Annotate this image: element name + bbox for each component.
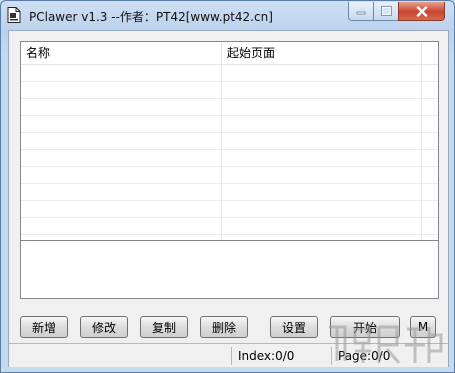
column-header-filler [422,42,438,64]
task-list[interactable]: 名称 起始页面 [20,41,439,299]
document-icon [7,7,21,23]
window-title: PClawer v1.3 --作者：PT42[www.pt42.cn] [29,10,273,24]
close-icon [416,5,427,17]
delete-button[interactable]: 删除 [200,316,248,338]
list-rows[interactable] [21,65,438,240]
client-area: 名称 起始页面 新增 修改 复制 删除 设置 开始 M Index:0/0 Pa… [8,30,449,367]
start-button[interactable]: 开始 [330,316,400,338]
maximize-icon [380,6,392,16]
add-button[interactable]: 新增 [20,316,68,338]
m-button[interactable]: M [410,316,436,338]
status-index: Index:0/0 [231,347,331,365]
column-header-start-page[interactable]: 起始页面 [222,42,422,64]
title-bar[interactable]: PClawer v1.3 --作者：PT42[www.pt42.cn] [1,1,454,29]
column-header-name[interactable]: 名称 [21,42,222,64]
minimize-icon [356,11,366,15]
list-divider [21,240,438,241]
minimize-button[interactable] [348,2,374,21]
app-window: PClawer v1.3 --作者：PT42[www.pt42.cn] 名称 起… [0,0,455,373]
column-divider [221,65,222,240]
close-button[interactable] [398,2,445,21]
status-page: Page:0/0 [331,347,448,365]
column-divider [421,65,422,240]
copy-button[interactable]: 复制 [140,316,188,338]
edit-button[interactable]: 修改 [80,316,128,338]
status-bar: Index:0/0 Page:0/0 [9,343,448,367]
list-header: 名称 起始页面 [21,42,438,65]
settings-button[interactable]: 设置 [270,316,318,338]
maximize-button[interactable] [373,2,399,21]
